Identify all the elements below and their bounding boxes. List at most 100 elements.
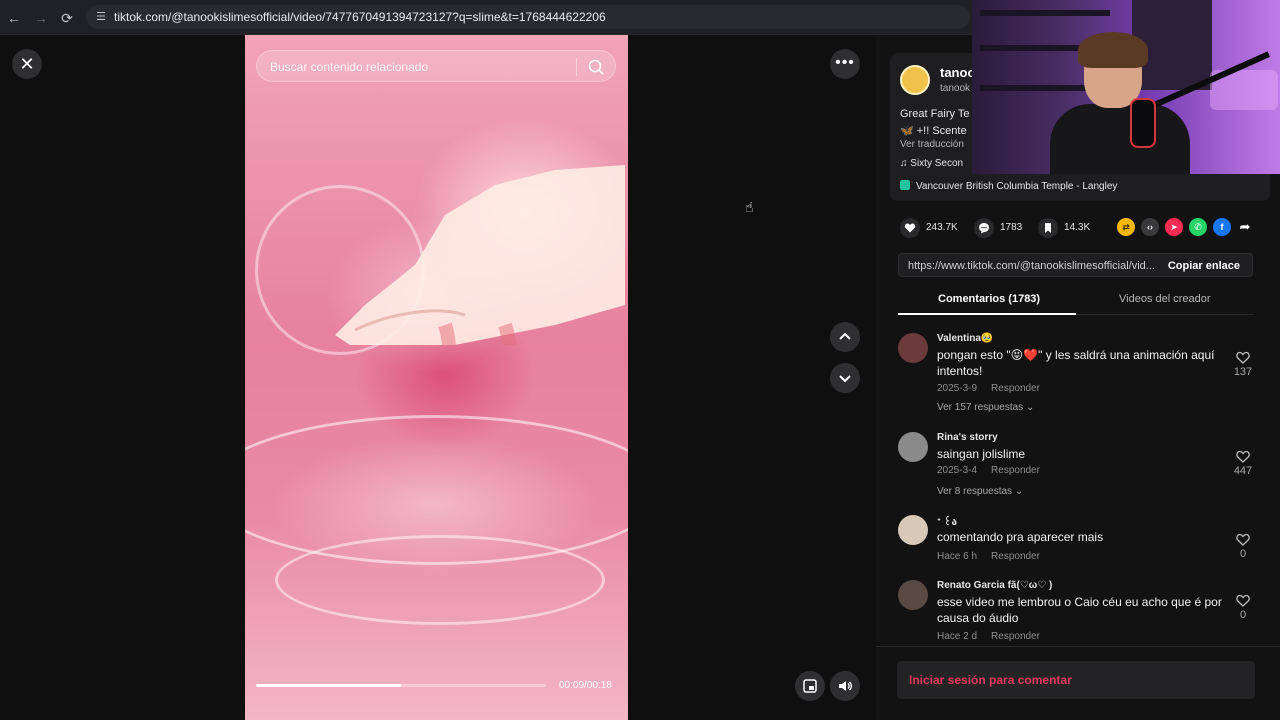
copy-link-button[interactable]: Copiar enlace: [1168, 260, 1240, 272]
address-text: tiktok.com/@tanookislimesofficial/video/…: [114, 10, 606, 24]
comment-like-button[interactable]: 137: [1228, 351, 1258, 378]
share-link-text: https://www.tiktok.com/@tanookislimesoff…: [908, 260, 1155, 272]
comment-icon: [974, 218, 994, 238]
related-search-input[interactable]: Buscar contenido relacionado: [256, 50, 616, 82]
creator-handle[interactable]: tanook: [940, 83, 970, 94]
tab-comments[interactable]: Comentarios (1783): [938, 293, 1040, 305]
gloved-hand-image: [335, 165, 625, 345]
video-time: 00:09/00:18: [559, 680, 612, 691]
search-divider: [576, 58, 577, 76]
comment-text: comentando pra aparecer mais: [937, 530, 1104, 544]
reply-button[interactable]: Responder: [991, 631, 1040, 642]
comment-item: ᕀ ꒰ა comentando pra aparecer mais Hace 6…: [898, 515, 1258, 570]
creator-avatar[interactable]: [900, 65, 930, 95]
comment-username[interactable]: Rina's storry: [937, 432, 998, 443]
volume-button[interactable]: [830, 671, 860, 701]
comment-like-button[interactable]: 0: [1228, 533, 1258, 560]
reload-icon[interactable]: ⟳: [58, 9, 76, 27]
save-count: 14.3K: [1064, 222, 1091, 233]
comment-avatar[interactable]: [898, 432, 928, 462]
tab-creator-videos[interactable]: Videos del creador: [1119, 293, 1211, 305]
reply-button[interactable]: Responder: [991, 383, 1040, 394]
site-settings-icon[interactable]: ☰: [94, 10, 108, 24]
login-to-comment-link[interactable]: Iniciar sesión para comentar: [909, 673, 1072, 687]
comment-like-button[interactable]: 0: [1228, 594, 1258, 621]
back-icon[interactable]: ←: [5, 9, 23, 27]
video-progress-bar[interactable]: [256, 684, 546, 687]
forward-icon[interactable]: →: [32, 9, 50, 27]
comment-item: Rina's storry saingan jolislime 2025-3-4…: [898, 432, 1258, 507]
divider: [876, 646, 1280, 647]
previous-video-button[interactable]: [830, 322, 860, 352]
facebook-icon[interactable]: f: [1213, 218, 1231, 236]
comment-like-count: 0: [1239, 609, 1247, 621]
slime-swirl: [275, 535, 605, 625]
comment-text: saingan jolislime: [937, 447, 1026, 461]
address-bar[interactable]: ☰ tiktok.com/@tanookislimesofficial/vide…: [86, 5, 970, 29]
streamer-body: [1050, 104, 1190, 174]
comment-date: 2025-3-4: [937, 465, 978, 476]
comment-like-count: 137: [1233, 366, 1253, 378]
more-options-button[interactable]: •••: [830, 49, 860, 79]
send-icon[interactable]: ➤: [1165, 218, 1183, 236]
panel-tabs: Comentarios (1783) Videos del creador: [898, 287, 1253, 315]
comment-avatar[interactable]: [898, 580, 928, 610]
comment-text: esse video me lembrou o Caio céu eu acho…: [937, 595, 1222, 625]
music-link[interactable]: ♫ Sixty Secon: [900, 158, 963, 169]
comment-username[interactable]: ᕀ ꒰ა: [937, 515, 957, 528]
comment-like-button[interactable]: 447: [1228, 450, 1258, 477]
video-description-line2: 🦋 +!! Scente: [900, 125, 967, 137]
heart-outline-icon: [1236, 533, 1250, 546]
comment-avatar[interactable]: [898, 515, 928, 545]
location-link[interactable]: Vancouver British Columbia Temple - Lang…: [900, 180, 1117, 192]
comment-avatar[interactable]: [898, 333, 928, 363]
next-video-button[interactable]: [830, 363, 860, 393]
volume-icon: [839, 681, 853, 691]
reply-button[interactable]: Responder: [991, 465, 1040, 476]
video-player[interactable]: Buscar contenido relacionado 00:09/00:18: [245, 35, 628, 720]
action-row: 243.7K 1783 14.3K ⇄ ‹› ➤ ✆ f ➦: [900, 217, 1270, 239]
mouse-cursor-icon: ☝: [745, 199, 754, 215]
webcam-overlay: [972, 0, 1280, 174]
translate-link[interactable]: Ver traducción: [900, 139, 964, 150]
share-icon[interactable]: ➦: [1236, 218, 1254, 236]
location-icon: [900, 180, 910, 190]
heart-outline-icon: [1236, 594, 1250, 607]
active-tab-indicator: [898, 313, 1076, 315]
comment-login-bar[interactable]: Iniciar sesión para comentar: [897, 661, 1255, 699]
heart-icon: [900, 218, 920, 238]
comment-username[interactable]: Renato Garcia fã(♡ω♡ ): [937, 580, 1052, 591]
comment-date: Hace 6 h: [937, 551, 978, 562]
comment-username[interactable]: Valentina🥹: [937, 333, 993, 344]
chevron-down-icon: [839, 375, 851, 383]
chevron-up-icon: [839, 332, 851, 340]
embed-icon[interactable]: ‹›: [1141, 218, 1159, 236]
comment-meta: 2025-3-4 Responder: [937, 465, 1040, 476]
comment-meta: Hace 2 d Responder: [937, 631, 1040, 642]
search-icon[interactable]: [587, 58, 605, 76]
view-replies-link[interactable]: Ver 157 respuestas ⌄: [937, 402, 1034, 413]
comment-count: 1783: [1000, 222, 1023, 233]
whatsapp-icon[interactable]: ✆: [1189, 218, 1207, 236]
video-stage: ✕ Buscar contenido relacionado 00:09/00:…: [0, 35, 876, 720]
repost-icon[interactable]: ⇄: [1117, 218, 1135, 236]
reply-button[interactable]: Responder: [991, 551, 1040, 562]
heart-outline-icon: [1236, 351, 1250, 364]
heart-outline-icon: [1236, 450, 1250, 463]
bookmark-icon: [1038, 218, 1058, 238]
comment-item: Valentina🥹 pongan esto "😝❤️" y les saldr…: [898, 333, 1258, 421]
comment-date: 2025-3-9: [937, 383, 978, 394]
comment-text: pongan esto "😝❤️" y les saldrá una anima…: [937, 348, 1215, 378]
creator-name[interactable]: tanoo: [940, 65, 975, 80]
view-replies-link[interactable]: Ver 8 respuestas ⌄: [937, 486, 1023, 497]
comment-like-count: 0: [1239, 548, 1247, 560]
comment-item: Renato Garcia fã(♡ω♡ ) esse video me lem…: [898, 580, 1258, 646]
close-button[interactable]: ✕: [12, 49, 42, 79]
microphone: [1130, 98, 1156, 148]
location-text: Vancouver British Columbia Temple - Lang…: [916, 181, 1118, 192]
comment-like-count: 447: [1233, 465, 1253, 477]
search-placeholder: Buscar contenido relacionado: [270, 60, 429, 74]
floating-player-button[interactable]: [795, 671, 825, 701]
mini-player-icon: [803, 679, 817, 693]
streamer-hair: [1078, 32, 1148, 68]
